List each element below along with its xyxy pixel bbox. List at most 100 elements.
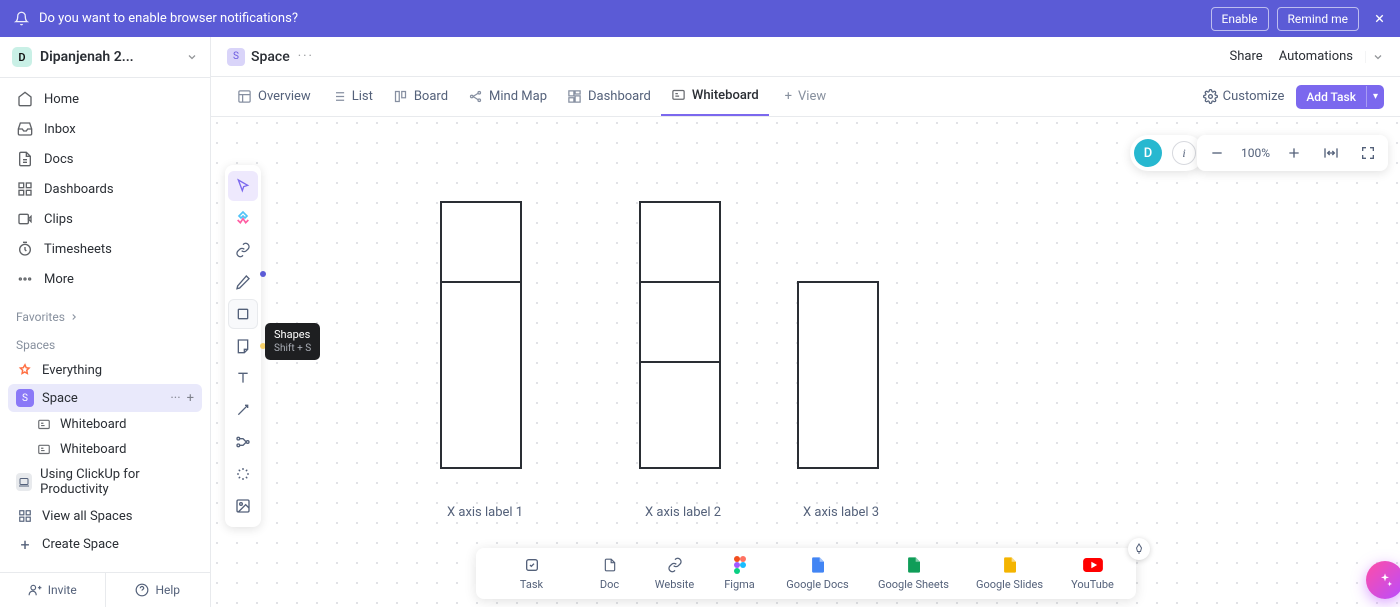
gsheets-icon (907, 556, 920, 574)
add-task-label[interactable]: Add Task (1296, 85, 1366, 109)
nav-inbox[interactable]: Inbox (8, 114, 202, 144)
tab-board[interactable]: Board (383, 77, 458, 116)
whiteboard-canvas[interactable]: Shapes Shift + S D i 100% (211, 117, 1400, 607)
enable-button[interactable]: Enable (1211, 7, 1269, 31)
help-button[interactable]: Help (105, 573, 211, 607)
tab-dashboard[interactable]: Dashboard (557, 77, 661, 116)
everything-icon (16, 361, 34, 379)
primary-nav: Home Inbox Docs Dashboards Clips Timeshe… (0, 78, 210, 300)
embed-figma[interactable]: Figma (710, 556, 770, 591)
space-label: View all Spaces (42, 509, 132, 524)
space-label: Using ClickUp for Productivity (40, 467, 194, 497)
remind-me-button[interactable]: Remind me (1277, 7, 1359, 31)
presence-pill: D i (1130, 135, 1204, 171)
nav-label: Home (44, 92, 79, 107)
image-tool[interactable] (228, 491, 258, 521)
tab-whiteboard[interactable]: Whiteboard (661, 77, 769, 116)
close-icon[interactable] (1373, 12, 1386, 25)
add-task-chevron-icon[interactable]: ▾ (1366, 86, 1384, 107)
shape-rect[interactable] (639, 281, 721, 363)
ai-tool[interactable] (228, 459, 258, 489)
gdocs-icon (811, 556, 824, 574)
view-tabs: Overview List Board Mind Map Dashboard W… (211, 77, 1400, 117)
tooltip-title: Shapes (274, 328, 310, 341)
axis-label[interactable]: X axis label 2 (645, 505, 721, 520)
space-add-icon[interactable]: + (187, 391, 194, 406)
share-button[interactable]: Share (1230, 49, 1263, 64)
space-productivity[interactable]: Using ClickUp for Productivity (8, 462, 202, 502)
tab-mindmap[interactable]: Mind Map (458, 77, 557, 116)
customize-button[interactable]: Customize (1203, 89, 1285, 104)
productivity-icon (16, 473, 32, 491)
ai-fab[interactable] (1366, 561, 1400, 599)
youtube-icon (1083, 556, 1103, 574)
dashboard-icon (567, 89, 582, 104)
user-avatar[interactable]: D (1134, 139, 1162, 167)
link-tool[interactable] (228, 235, 258, 265)
invite-button[interactable]: Invite (0, 573, 105, 607)
embed-doc[interactable]: Doc (580, 556, 640, 591)
relationship-tool[interactable] (228, 427, 258, 457)
workspace-switcher[interactable]: D Dipanjenah 2... (0, 37, 210, 78)
draw-tool[interactable] (228, 267, 258, 297)
text-tool[interactable] (228, 363, 258, 393)
tab-list[interactable]: List (321, 77, 383, 116)
shape-rect[interactable] (797, 281, 879, 469)
space-label: Create Space (42, 537, 119, 552)
axis-label[interactable]: X axis label 1 (447, 505, 523, 520)
whiteboard-child-1[interactable]: Whiteboard (8, 412, 202, 437)
nav-docs[interactable]: Docs (8, 144, 202, 174)
zoom-value[interactable]: 100% (1241, 146, 1270, 160)
axis-label[interactable]: X axis label 3 (803, 505, 879, 520)
create-space[interactable]: + Create Space (8, 530, 202, 558)
nav-dashboards[interactable]: Dashboards (8, 174, 202, 204)
shape-rect[interactable] (639, 361, 721, 469)
info-icon[interactable]: i (1172, 141, 1196, 165)
add-view-button[interactable]: +View (775, 77, 837, 116)
whiteboard-child-2[interactable]: Whiteboard (8, 437, 202, 462)
space-badge: S (16, 389, 34, 407)
zoom-out-button[interactable] (1205, 145, 1229, 161)
breadcrumb-name[interactable]: Space (251, 49, 290, 65)
embed-website[interactable]: Website (640, 556, 710, 591)
embed-task[interactable]: Task (484, 556, 580, 591)
shapes-tool[interactable] (228, 299, 258, 329)
tab-overview[interactable]: Overview (227, 77, 321, 116)
nav-timesheets[interactable]: Timesheets (8, 234, 202, 264)
space-item[interactable]: S Space ··· + (8, 384, 202, 412)
space-more-icon[interactable]: ··· (170, 391, 180, 406)
shape-rect[interactable] (440, 201, 522, 283)
zoom-controls: 100% (1197, 135, 1388, 171)
clickup-tool[interactable] (228, 203, 258, 233)
nav-more[interactable]: More (8, 264, 202, 294)
embed-gslides[interactable]: Google Slides (962, 556, 1058, 591)
nav-home[interactable]: Home (8, 84, 202, 114)
connector-tool[interactable] (228, 395, 258, 425)
pin-icon[interactable] (1128, 538, 1150, 560)
inbox-icon (16, 121, 34, 137)
zoom-in-button[interactable] (1282, 145, 1306, 161)
view-all-spaces[interactable]: View all Spaces (8, 502, 202, 530)
space-everything[interactable]: Everything (8, 356, 202, 384)
sticky-note-tool[interactable] (228, 331, 258, 361)
shape-rect[interactable] (440, 281, 522, 469)
embed-gsheets[interactable]: Google Sheets (866, 556, 962, 591)
embed-youtube[interactable]: YouTube (1058, 556, 1128, 591)
breadcrumb-more-icon[interactable]: ··· (298, 49, 314, 64)
fullscreen-icon[interactable] (1356, 145, 1380, 161)
automations-button[interactable]: Automations (1279, 49, 1353, 64)
spaces-section-label[interactable]: Spaces (0, 328, 210, 356)
shape-rect[interactable] (639, 201, 721, 283)
automations-chevron-icon[interactable] (1365, 51, 1384, 63)
nav-clips[interactable]: Clips (8, 204, 202, 234)
nav-label: Docs (44, 152, 73, 167)
favorites-section-label[interactable]: Favorites (0, 300, 210, 328)
nav-label: Timesheets (44, 242, 112, 257)
sidebar-footer: Invite Help (0, 572, 210, 607)
space-label: Space (42, 391, 78, 406)
embed-gdocs[interactable]: Google Docs (770, 556, 866, 591)
chevron-down-icon (186, 51, 198, 63)
spaces-list: Everything S Space ··· + Whiteboard Whit… (0, 356, 210, 558)
select-tool[interactable] (228, 171, 258, 201)
fit-width-icon[interactable] (1318, 145, 1344, 161)
